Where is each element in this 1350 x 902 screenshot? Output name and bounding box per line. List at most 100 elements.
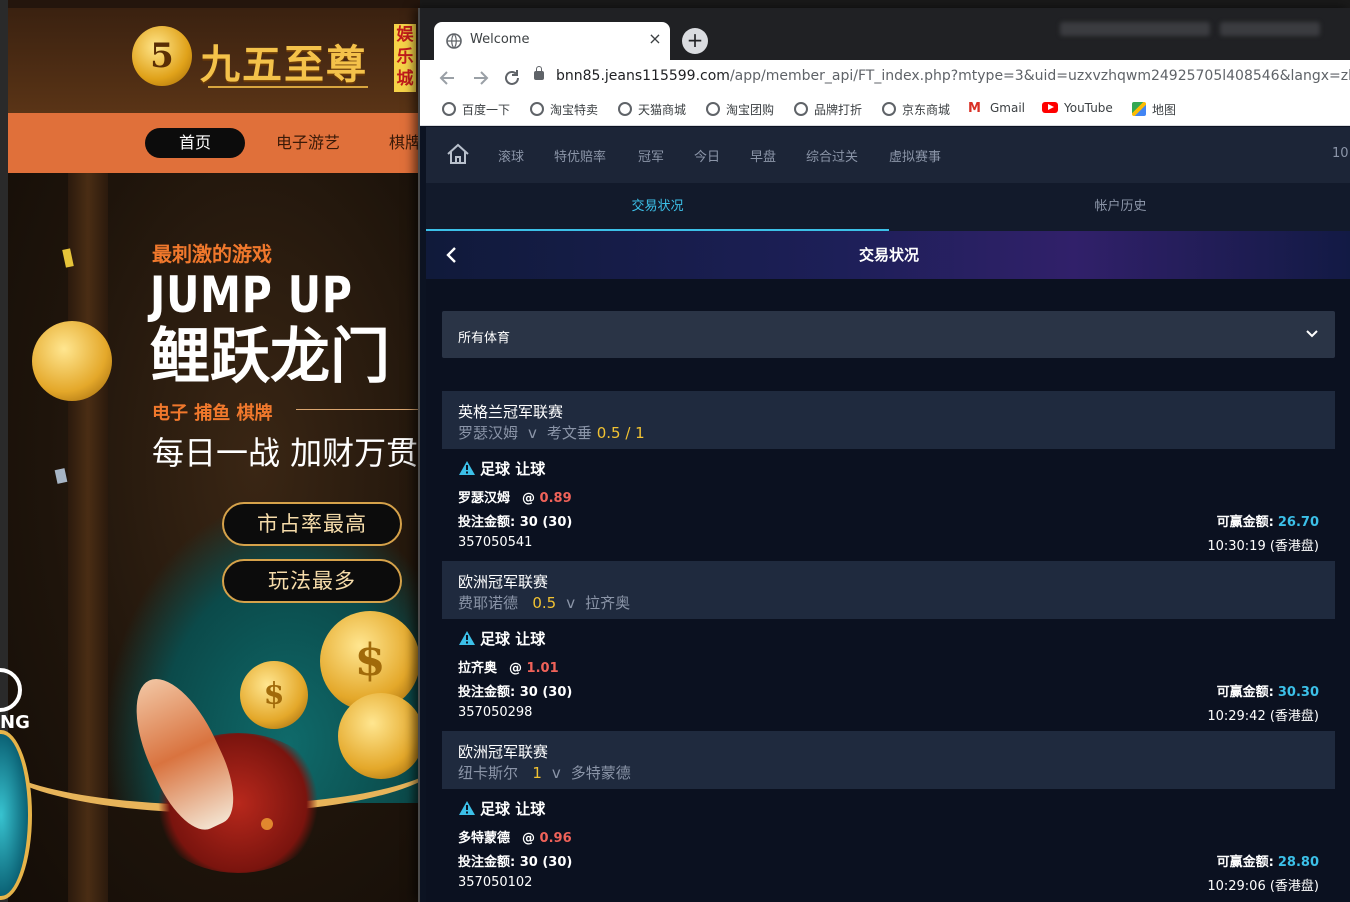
chevron-down-icon xyxy=(1306,330,1318,338)
casino-logo-text: 九五至尊 xyxy=(200,41,368,88)
globe-icon xyxy=(442,102,456,116)
main-nav: 滚球 特优赔率 冠军 今日 早盘 综合过关 虚拟赛事 10: xyxy=(426,127,1350,183)
blurred-tab-area xyxy=(1220,22,1320,36)
bet-selection: 罗瑟汉姆 @ 0.89 xyxy=(458,491,572,506)
nav-virtual[interactable]: 虚拟赛事 xyxy=(889,146,941,165)
banner-tagline: 最刺激的游戏 xyxy=(152,242,272,266)
logo-flourish-divider xyxy=(208,86,368,88)
bookmark-baidu[interactable]: 百度一下 xyxy=(442,101,510,117)
casino-nav-home[interactable]: 首页 xyxy=(145,128,245,158)
matchup: 罗瑟汉姆 v 考文垂 0.5 / 1 xyxy=(458,424,645,442)
bookmark-gmail[interactable]: M Gmail xyxy=(968,101,1025,117)
bet-type: 足球 让球 xyxy=(458,458,545,479)
banner-categories: 电子 捕鱼 棋牌 xyxy=(152,403,273,424)
bet-potential-win: 可赢金额: 26.70 xyxy=(1216,515,1319,530)
warning-icon xyxy=(459,461,475,475)
page-title-bar: 交易状况 xyxy=(426,231,1350,279)
bookmark-taobao-sale[interactable]: 淘宝特卖 xyxy=(530,101,598,117)
blurred-tab-area xyxy=(1060,22,1210,36)
home-icon[interactable] xyxy=(446,143,470,165)
bookmarks-bar: 百度一下 淘宝特卖 天猫商城 淘宝团购 品牌打折 京东商城 M Gmail You… xyxy=(420,94,1350,124)
banner-headline-cn: 鲤跃龙门 xyxy=(150,322,390,392)
casino-nav-slots[interactable]: 电子游艺 xyxy=(268,128,348,158)
bookmark-tmall[interactable]: 天猫商城 xyxy=(618,101,686,117)
browser-window: Welcome × + bnn85.jeans115599.com/app/me… xyxy=(418,8,1350,902)
bet-type: 足球 让球 xyxy=(458,798,545,819)
back-arrow-icon[interactable] xyxy=(438,68,458,88)
league-name: 欧洲冠军联赛 xyxy=(458,743,549,761)
bet-details: 足球 让球 罗瑟汉姆 @ 0.89 投注金额: 30 (30) 可赢金额: 26.7… xyxy=(442,449,1335,561)
bet-card[interactable]: 欧洲冠军联赛 费耶诺德 0.5 v 拉齐奥 足球 让球 拉齐奥 @ 1.01 投注金额… xyxy=(442,561,1335,731)
bet-stake: 投注金额: 30 (30) xyxy=(458,855,573,870)
bet-stake: 投注金额: 30 (30) xyxy=(458,685,573,700)
bet-details: 足球 让球 多特蒙德 @ 0.96 投注金额: 30 (30) 可赢金额: 28.8… xyxy=(442,789,1335,901)
new-tab-button[interactable]: + xyxy=(682,28,708,54)
bet-selection: 拉齐奥 @ 1.01 xyxy=(458,661,559,676)
bet-time: 10:29:42 (香港盘) xyxy=(1207,709,1319,724)
globe-icon xyxy=(530,102,544,116)
gold-coin-icon: $ xyxy=(240,661,308,729)
bet-match-header: 欧洲冠军联赛 费耶诺德 0.5 v 拉齐奥 xyxy=(442,561,1335,619)
sportsbook-page: 滚球 特优赔率 冠军 今日 早盘 综合过关 虚拟赛事 10: 交易状况 帐户历史… xyxy=(426,127,1350,902)
gold-coin-icon xyxy=(338,693,420,779)
banner-divider xyxy=(296,409,420,410)
tab-account-history[interactable]: 帐户历史 xyxy=(889,183,1350,231)
lock-icon[interactable] xyxy=(534,66,544,80)
bet-card[interactable]: 英格兰冠军联赛 罗瑟汉姆 v 考文垂 0.5 / 1 足球 让球 罗瑟汉姆 @ 0.8… xyxy=(442,391,1335,561)
nav-parlay[interactable]: 综合过关 xyxy=(806,146,858,165)
sport-filter-dropdown[interactable]: 所有体育 xyxy=(442,311,1335,358)
bet-card[interactable]: 欧洲冠军联赛 纽卡斯尔 1 v 多特蒙德 足球 让球 多特蒙德 @ 0.96 投注金额… xyxy=(442,731,1335,901)
casino-nav: 首页 电子游艺 棋牌 xyxy=(8,113,420,173)
matchup: 费耶诺德 0.5 v 拉齐奥 xyxy=(458,594,631,612)
tab-transaction-status[interactable]: 交易状况 xyxy=(426,183,889,231)
bet-type: 足球 让球 xyxy=(458,628,545,649)
banner-headline-en: JUMP UP xyxy=(150,266,353,324)
youtube-icon xyxy=(1042,102,1058,113)
banner-pill-market-share[interactable]: 市占率最高 xyxy=(222,502,402,546)
bet-details: 足球 让球 拉齐奥 @ 1.01 投注金额: 30 (30) 可赢金额: 30.30… xyxy=(442,619,1335,731)
globe-icon xyxy=(446,33,462,49)
nav-today[interactable]: 今日 xyxy=(694,146,720,165)
bet-stake: 投注金额: 30 (30) xyxy=(458,515,573,530)
casino-header: 5 九五至尊 娱乐城 xyxy=(8,8,420,113)
casino-logo-badge: 娱乐城 xyxy=(394,24,416,92)
bookmark-brand-discount[interactable]: 品牌打折 xyxy=(794,101,862,117)
background-casino-site: 5 九五至尊 娱乐城 首页 电子游艺 棋牌 $ $ 最刺激的游戏 JUMP UP… xyxy=(0,0,420,902)
nav-early[interactable]: 早盘 xyxy=(750,146,776,165)
carousel-dot[interactable] xyxy=(261,818,273,830)
reload-icon[interactable] xyxy=(502,68,522,88)
matchup: 纽卡斯尔 1 v 多特蒙德 xyxy=(458,764,631,782)
banner-slogan: 每日一战 加财万贯 xyxy=(152,434,419,472)
bookmark-maps[interactable]: 地图 xyxy=(1132,101,1176,117)
casino-nav-cards[interactable]: 棋牌 xyxy=(380,128,420,158)
address-bar[interactable]: bnn85.jeans115599.com/app/member_api/FT_… xyxy=(532,62,1350,92)
bet-odds: 1.01 xyxy=(526,661,559,676)
sport-filter-value: 所有体育 xyxy=(458,331,511,346)
nav-best-odds[interactable]: 特优赔率 xyxy=(554,146,606,165)
nav-clock: 10: xyxy=(1332,146,1350,161)
browser-toolbar: bnn85.jeans115599.com/app/member_api/FT_… xyxy=(420,60,1350,126)
casino-logo-icon[interactable]: 5 xyxy=(132,26,192,86)
league-name: 英格兰冠军联赛 xyxy=(458,403,564,421)
url-text[interactable]: bnn85.jeans115599.com/app/member_api/FT_… xyxy=(556,68,1350,84)
bet-time: 10:30:19 (香港盘) xyxy=(1207,539,1319,554)
gmail-icon: M xyxy=(968,101,981,116)
tab-title: Welcome xyxy=(470,32,530,47)
bet-ticket-id: 357050541 xyxy=(458,535,533,550)
nav-outright[interactable]: 冠军 xyxy=(638,146,664,165)
bet-match-header: 欧洲冠军联赛 纽卡斯尔 1 v 多特蒙德 xyxy=(442,731,1335,789)
bookmark-youtube[interactable]: YouTube xyxy=(1042,101,1113,117)
banner-pill-most-games[interactable]: 玩法最多 xyxy=(222,559,402,603)
globe-icon xyxy=(706,102,720,116)
close-icon[interactable]: × xyxy=(646,30,664,48)
bookmark-jd[interactable]: 京东商城 xyxy=(882,101,950,117)
chevron-left-icon[interactable] xyxy=(442,245,462,265)
bet-ticket-id: 357050102 xyxy=(458,875,533,890)
globe-icon xyxy=(794,102,808,116)
bet-selection: 多特蒙德 @ 0.96 xyxy=(458,831,572,846)
nav-live[interactable]: 滚球 xyxy=(498,146,524,165)
browser-tab[interactable]: Welcome × xyxy=(434,22,670,60)
warning-icon xyxy=(459,801,475,815)
forward-arrow-icon[interactable] xyxy=(470,68,490,88)
bookmark-taobao-group[interactable]: 淘宝团购 xyxy=(706,101,774,117)
